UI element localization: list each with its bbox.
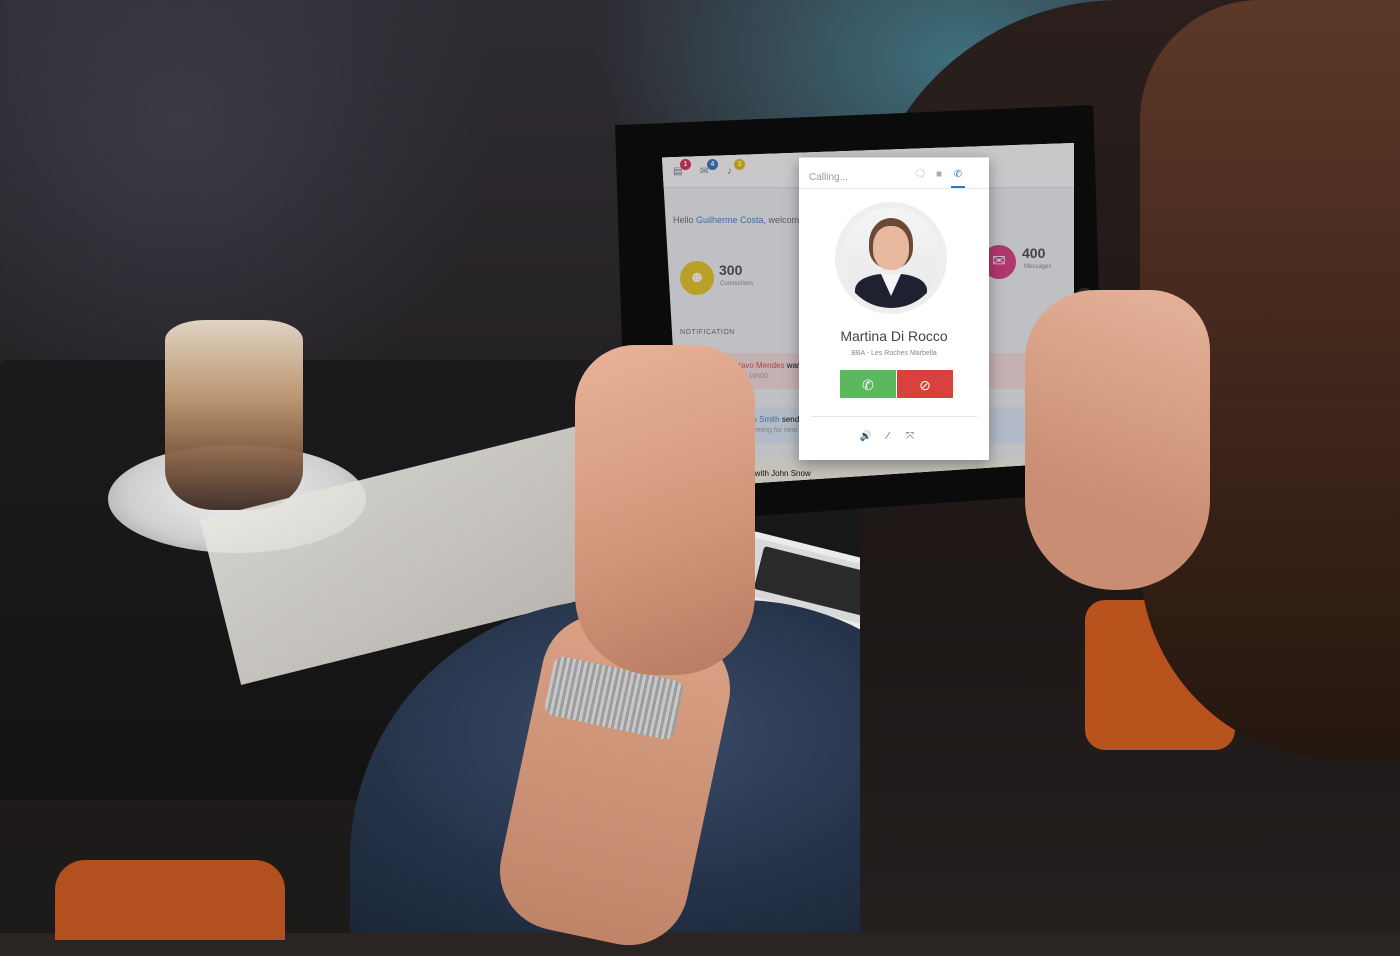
- decline-call-button[interactable]: ⊘: [897, 370, 953, 398]
- accept-call-button[interactable]: ✆: [840, 370, 896, 398]
- divider: [811, 416, 977, 417]
- left-hand: [575, 345, 755, 675]
- expand-icon[interactable]: ⤧: [903, 430, 917, 444]
- right-hand: [1025, 290, 1210, 590]
- avatar-face: [873, 226, 909, 270]
- coffee-cup: [165, 320, 303, 510]
- chat-icon[interactable]: 🗨: [913, 168, 927, 182]
- speaker-icon[interactable]: 🔊: [859, 430, 873, 444]
- chair-left: [55, 860, 285, 940]
- avatar: [841, 208, 941, 308]
- calling-dialog: Calling... 🗨 ■ ✆ Martina Di Rocco BBA - …: [799, 157, 989, 460]
- mute-icon[interactable]: ⁄: [881, 430, 895, 444]
- dialog-header: Calling... 🗨 ■ ✆: [799, 158, 989, 189]
- video-icon[interactable]: ■: [932, 168, 946, 182]
- dialog-title: Calling...: [809, 172, 848, 183]
- contact-name: Martina Di Rocco: [840, 328, 948, 344]
- block-icon: ⊘: [919, 377, 931, 393]
- phone-icon[interactable]: ✆: [951, 168, 965, 182]
- active-tab-indicator: [951, 186, 965, 188]
- contact-subtitle: BBA - Les Roches Marbella: [851, 350, 937, 357]
- phone-icon: ✆: [862, 377, 874, 393]
